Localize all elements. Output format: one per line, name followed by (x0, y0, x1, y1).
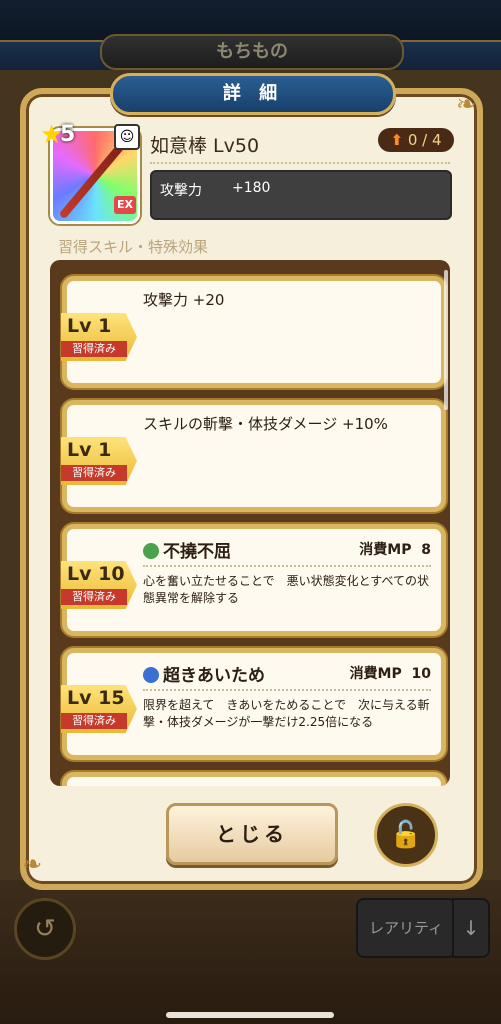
mp-cost: 消費MP 8 (359, 539, 431, 559)
home-indicator[interactable] (166, 1012, 334, 1018)
skill-card: Lv 1 習得済み 攻撃力 +20 (61, 276, 446, 388)
level-tag: Lv 1 習得済み (61, 437, 137, 485)
skill-description: 心を奮い立たせることで 悪い状態変化とすべての状態異常を解除する (143, 574, 429, 605)
divider (150, 162, 450, 164)
level-number: Lv 15 (67, 687, 125, 709)
level-number: Lv 10 (67, 563, 125, 585)
ex-badge: EX (114, 196, 136, 214)
skill-description: 限界を超えて きあいをためることで 次に与える斬撃・体技ダメージが一撃だけ2.2… (143, 698, 430, 729)
skill-name-text: 超きあいため (163, 666, 265, 686)
stat-value: +180 (232, 180, 271, 196)
mp-value: 10 (411, 666, 431, 682)
learned-label: 習得済み (61, 713, 127, 729)
skill-card (62, 772, 446, 786)
skill-card: Lv 1 習得済み スキルの斬撃・体技ダメージ +10% (61, 400, 446, 512)
modal-title: 詳 細 (110, 73, 396, 115)
stat-box: 攻撃力 +180 (150, 170, 452, 220)
skill-name-text: 不撓不屈 (163, 542, 231, 562)
skill-list[interactable]: Lv 1 習得済み 攻撃力 +20 Lv 1 習得済み スキルの斬撃・体技ダメー… (50, 260, 450, 786)
mp-value: 8 (421, 542, 431, 558)
skill-name: 不撓不屈 (143, 537, 231, 562)
skill-type-icon (143, 543, 159, 559)
level-number: Lv 1 (67, 315, 112, 337)
learned-label: 習得済み (61, 341, 127, 357)
corner-ornament-icon: ❧ (22, 850, 43, 878)
divider (143, 689, 431, 691)
learned-label: 習得済み (61, 589, 127, 605)
rarity-number: 5 (60, 122, 76, 147)
skill-type-icon (143, 667, 159, 683)
skill-card: Lv 10 習得済み 不撓不屈 消費MP 8 心を奮い立たせることで 悪い状態変… (61, 524, 446, 636)
skill-name: 超きあいため (143, 661, 265, 686)
skill-card: Lv 15 習得済み 超きあいため 消費MP 10 限界を超えて きあいをためる… (61, 648, 446, 760)
learned-label: 習得済み (61, 465, 127, 481)
character-face-icon: ☺ (114, 124, 140, 150)
level-tag: Lv 10 習得済み (61, 561, 137, 609)
unlock-icon: 🔓 (389, 820, 423, 850)
divider (143, 565, 431, 567)
level-tag: Lv 1 習得済み (61, 313, 137, 361)
stat-label: 攻撃力 (160, 183, 202, 199)
lock-button[interactable]: 🔓 (374, 803, 438, 867)
upgrade-counter: ⬆ 0 / 4 (378, 128, 454, 152)
level-number: Lv 1 (67, 439, 112, 461)
effect-text: 攻撃力 +20 (143, 291, 225, 309)
item-name: 如意棒 Lv50 (150, 135, 260, 157)
effect-text: スキルの斬撃・体技ダメージ +10% (143, 415, 388, 433)
level-tag: Lv 15 習得済み (61, 685, 137, 733)
mp-label: 消費MP (359, 542, 412, 558)
mp-cost: 消費MP 10 (350, 663, 431, 683)
upgrade-arrow-icon: ⬆ (390, 131, 404, 149)
scrollbar[interactable] (444, 270, 448, 410)
mp-label: 消費MP (349, 666, 402, 682)
corner-ornament-icon: ❧ (456, 90, 477, 118)
close-button[interactable]: とじる (166, 803, 338, 865)
section-label: 習得スキル・特殊効果 (58, 238, 209, 256)
upgrade-value: 0 / 4 (407, 131, 442, 149)
